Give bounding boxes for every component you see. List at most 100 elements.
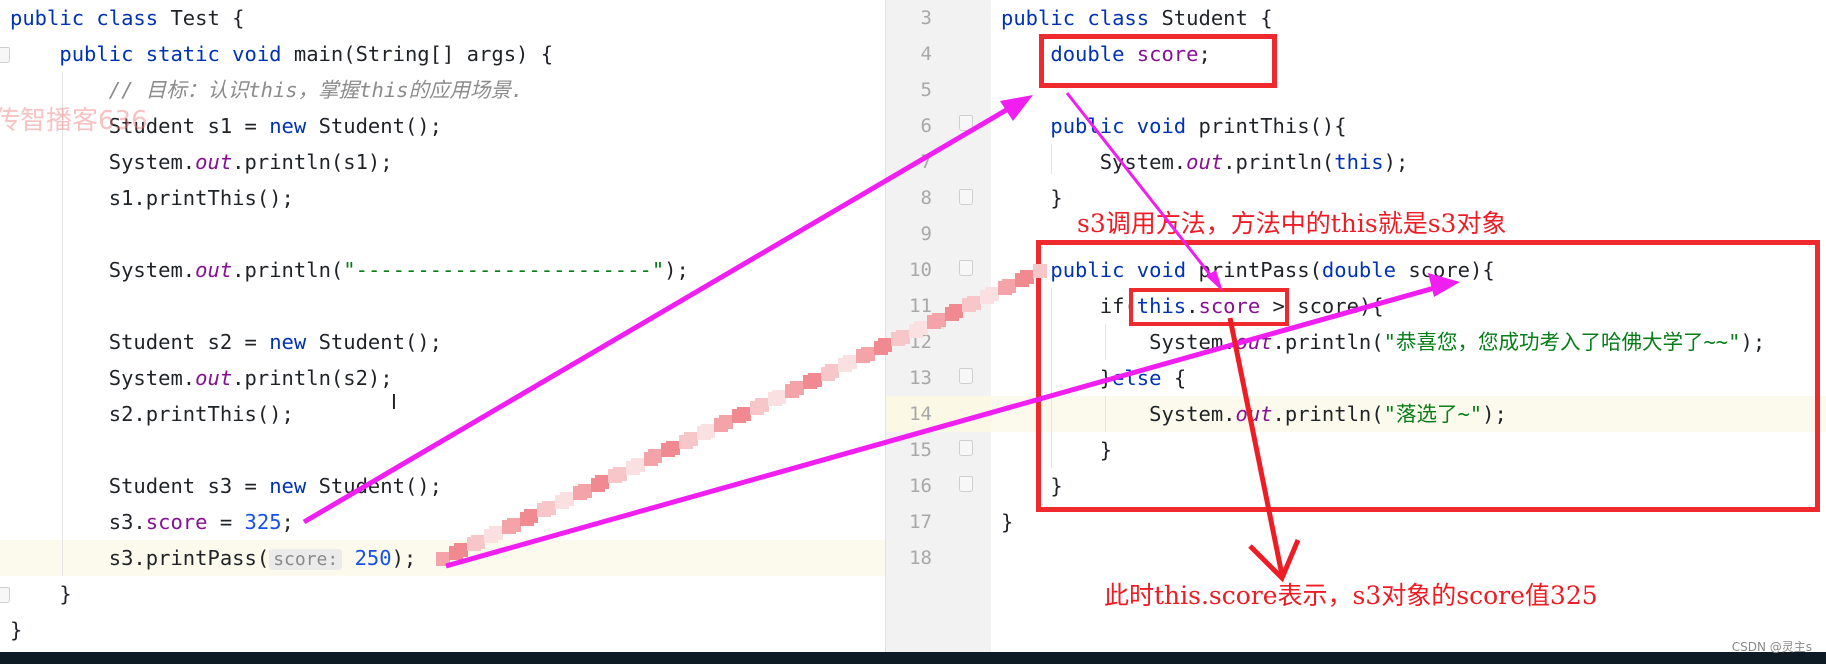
left-editor-pane[interactable]: public class Test { public static void m… [0,0,885,652]
line-number: 18 [909,547,932,569]
code-token: } [1001,186,1063,210]
fold-icon[interactable] [959,368,973,384]
code-token: public class [1001,6,1162,30]
code-token: printThis(){ [1198,114,1347,138]
code-line[interactable]: System.out.println(this); [1001,144,1409,180]
code-token: out [195,150,233,174]
code-token: 325 [244,510,282,534]
code-token: .println( [232,258,344,282]
code-token: = [207,510,245,534]
line-number: 7 [920,151,932,173]
code-token: Student(); [318,114,442,138]
code-token: public class [10,6,171,30]
code-line[interactable]: s3.printPass(score: 250); [10,540,416,576]
fold-icon[interactable] [959,476,973,492]
line-number: 3 [920,7,932,29]
code-token: s3. [10,510,146,534]
line-number: 15 [909,439,932,461]
code-token: s3.printPass( [10,546,270,570]
code-token: Test { [170,6,245,30]
code-token: Student s3 = [10,474,270,498]
code-line[interactable]: } [1001,180,1063,216]
line-number: 10 [909,259,932,281]
line-number: 5 [920,79,932,101]
code-token: ); [391,546,417,570]
code-line[interactable]: s2.printThis(); [10,396,294,432]
code-line[interactable]: Student s2 = new Student(); [10,324,442,360]
code-line[interactable]: s3.score = 325; [10,504,294,540]
code-token: } [10,618,23,642]
fold-icon[interactable] [959,440,973,456]
code-token: System. [10,150,196,174]
code-line[interactable]: } [10,576,72,612]
code-line[interactable]: public class Test { [10,0,245,36]
code-token: } [10,582,72,606]
code-line[interactable]: System.out.println(s2); [10,360,393,396]
fold-icon[interactable] [959,189,973,205]
code-token: .println( [1223,150,1335,174]
code-line[interactable]: System.out.println(s1); [10,144,393,180]
code-token: out [1186,150,1224,174]
line-number: 17 [909,511,932,533]
fold-icon[interactable] [959,260,973,276]
parameter-hint: score: [269,549,343,570]
code-token: s2.printThis(); [10,402,294,426]
annotation-bottom-note: 此时this.score表示，s3对象的score值325 [1104,581,1598,610]
line-number: 12 [909,331,932,353]
watermark: 传智播客636 [0,106,148,136]
highlight-box-field-declaration [1039,34,1277,88]
line-number: 13 [909,367,932,389]
code-token: Student s2 = [10,330,270,354]
code-token: Student(); [318,330,442,354]
line-number: 14 [909,403,932,425]
code-line[interactable]: public class Student { [1001,0,1273,36]
highlight-box-this-score [1129,288,1289,326]
code-token: } [1001,510,1014,534]
code-token: 250 [354,546,392,570]
code-line[interactable]: s1.printThis(); [10,180,294,216]
code-token: "------------------------" [343,258,665,282]
code-token: ); [664,258,689,282]
credit-watermark: CSDN @灵主s [1731,640,1812,654]
code-token: public void [1001,114,1199,138]
line-number: 8 [920,187,932,209]
code-token: System. [1001,150,1187,174]
code-token: new [269,330,319,354]
code-token: out [195,366,233,390]
line-number: 16 [909,475,932,497]
code-token: new [269,474,319,498]
code-token: main(String[] args) { [293,42,554,66]
code-token: Student { [1161,6,1273,30]
code-line[interactable]: Student s3 = new Student(); [10,468,442,504]
fold-icon[interactable] [959,115,973,131]
code-token: System. [10,366,196,390]
code-token: public static void [10,42,294,66]
line-number: 6 [920,115,932,137]
code-token: ); [1383,150,1409,174]
annotation-top-note: s3调用方法，方法中的this就是s3对象 [1077,209,1507,238]
code-token: s1.printThis(); [10,186,294,210]
code-line[interactable]: public static void main(String[] args) { [10,36,553,72]
code-token: this [1334,150,1384,174]
code-token: out [195,258,233,282]
fold-icon[interactable] [0,587,10,603]
line-number: 11 [909,295,932,317]
line-number: 4 [920,43,932,65]
code-token: ; [281,510,294,534]
code-token: System. [10,258,196,282]
taskbar-strip [0,652,1826,664]
highlight-box-printpass-method [1036,240,1820,512]
code-line[interactable]: } [1001,504,1013,540]
code-line[interactable]: public void printThis(){ [1001,108,1347,144]
code-line[interactable]: } [10,612,22,648]
right-editor-gutter: 3 4 5 6 7 8 9 10 11 12 13 14 15 16 17 18 [885,0,992,652]
code-token: score [145,510,208,534]
line-number: 9 [920,223,932,245]
code-token: // 目标：认识this，掌握this的应用场景. [10,78,524,102]
fold-icon[interactable] [0,47,10,63]
code-line[interactable]: System.out.println("--------------------… [10,252,689,288]
code-token: Student(); [318,474,442,498]
mouse-ibeam-cursor-icon: I [391,390,397,414]
code-token: .println(s1); [232,150,393,174]
